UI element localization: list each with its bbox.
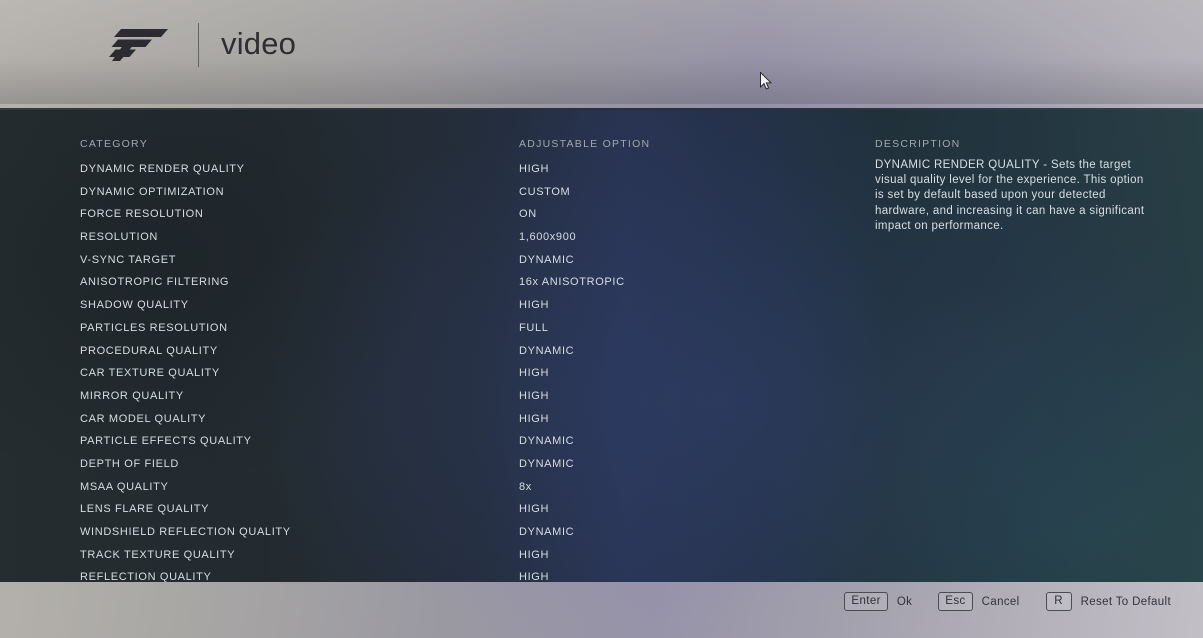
key-prompt[interactable]: Enter Ok (844, 592, 912, 611)
setting-category-label: CAR MODEL QUALITY (80, 412, 207, 425)
setting-category-label: FORCE RESOLUTION (80, 208, 204, 221)
setting-option-value[interactable]: DYNAMIC (519, 430, 574, 453)
column-header-category: CATEGORY (80, 138, 148, 150)
description-text: DYNAMIC RENDER QUALITY - Sets the target… (875, 159, 1145, 232)
setting-category-label: WINDSHIELD REFLECTION QUALITY (80, 526, 291, 538)
settings-row[interactable]: PARTICLE EFFECTS QUALITY DYNAMIC (0, 430, 1203, 453)
settings-row[interactable]: CAR TEXTURE QUALITY HIGH (0, 362, 1203, 385)
setting-category-label: ANISOTROPIC FILTERING (80, 276, 230, 289)
setting-category-label: REFLECTION QUALITY (80, 571, 212, 582)
column-header-description: DESCRIPTION (875, 138, 961, 150)
key-action-label: Ok (896, 595, 913, 608)
setting-option-value[interactable]: HIGH (519, 158, 549, 181)
settings-row[interactable]: ANISOTROPIC FILTERING 16x ANISOTROPIC (0, 271, 1203, 294)
settings-row[interactable]: V-SYNC TARGET DYNAMIC (0, 249, 1203, 272)
settings-row[interactable]: DEPTH OF FIELD DYNAMIC (0, 453, 1203, 476)
setting-category-label: SHADOW QUALITY (80, 299, 189, 312)
footer-bar: Enter Ok Esc Cancel R Reset To Default (0, 582, 1203, 638)
forza-video-settings-screen: video CATEGORY ADJUSTABLE OPTION DESCRIP… (0, 0, 1203, 638)
brand-divider (198, 23, 199, 67)
key-prompt-bar: Enter Ok Esc Cancel R Reset To Default (844, 592, 1171, 611)
setting-option-value[interactable]: HIGH (519, 362, 549, 385)
settings-row[interactable]: SHADOW QUALITY HIGH (0, 294, 1203, 317)
setting-option-value[interactable]: HIGH (519, 385, 549, 408)
settings-panel: CATEGORY ADJUSTABLE OPTION DESCRIPTION D… (0, 110, 1203, 582)
settings-row[interactable]: MIRROR QUALITY HIGH (0, 385, 1203, 408)
setting-option-value[interactable]: HIGH (519, 544, 549, 567)
setting-option-value[interactable]: HIGH (519, 498, 549, 521)
setting-option-value[interactable]: 8x (519, 476, 532, 499)
key-cap: R (1045, 592, 1072, 611)
description-panel: DYNAMIC RENDER QUALITY - Sets the target… (875, 158, 1151, 234)
setting-category-label: DEPTH OF FIELD (80, 457, 179, 470)
setting-option-value[interactable]: HIGH (519, 408, 549, 431)
setting-option-value[interactable]: DYNAMIC (519, 453, 574, 476)
setting-category-label: MIRROR QUALITY (80, 389, 184, 402)
setting-option-value[interactable]: DYNAMIC (519, 340, 574, 363)
setting-category-label: DYNAMIC OPTIMIZATION (80, 185, 225, 198)
forza-logo-icon (108, 26, 174, 64)
setting-category-label: PARTICLES RESOLUTION (80, 321, 228, 334)
setting-category-label: V-SYNC TARGET (80, 253, 177, 266)
setting-category-label: DYNAMIC RENDER QUALITY (80, 163, 245, 175)
settings-row[interactable]: CAR MODEL QUALITY HIGH (0, 408, 1203, 431)
settings-row[interactable]: WINDSHIELD REFLECTION QUALITY DYNAMIC (0, 521, 1203, 544)
setting-option-value[interactable]: HIGH (519, 566, 549, 582)
page-title: video (221, 25, 297, 61)
setting-category-label: LENS FLARE QUALITY (80, 503, 210, 516)
key-cap: Enter (844, 592, 888, 611)
setting-option-value[interactable]: FULL (519, 317, 549, 340)
setting-option-value[interactable]: CUSTOM (519, 181, 570, 204)
settings-row[interactable]: REFLECTION QUALITY HIGH (0, 566, 1203, 582)
setting-option-value[interactable]: HIGH (519, 294, 549, 317)
setting-category-label: RESOLUTION (80, 231, 159, 244)
key-prompt[interactable]: Esc Cancel (938, 592, 1019, 611)
key-cap: Esc (938, 592, 973, 611)
column-header-option: ADJUSTABLE OPTION (519, 138, 651, 150)
key-prompt[interactable]: R Reset To Default (1045, 592, 1171, 611)
setting-category-label: MSAA QUALITY (80, 480, 169, 493)
setting-category-label: PROCEDURAL QUALITY (80, 344, 218, 357)
settings-row[interactable]: TRACK TEXTURE QUALITY HIGH (0, 544, 1203, 567)
setting-option-value[interactable]: ON (519, 203, 537, 226)
key-action-label: Reset To Default (1080, 595, 1171, 608)
settings-row[interactable]: PARTICLES RESOLUTION FULL (0, 317, 1203, 340)
settings-row[interactable]: MSAA QUALITY 8x (0, 476, 1203, 499)
settings-row[interactable]: PROCEDURAL QUALITY DYNAMIC (0, 340, 1203, 363)
setting-category-label: TRACK TEXTURE QUALITY (80, 548, 236, 561)
settings-row[interactable]: LENS FLARE QUALITY HIGH (0, 498, 1203, 521)
setting-option-value[interactable]: DYNAMIC (519, 521, 574, 544)
brand: video (108, 22, 296, 68)
key-action-label: Cancel (981, 595, 1020, 608)
setting-option-value[interactable]: 1,600x900 (519, 226, 576, 249)
header-bar: video (0, 0, 1203, 108)
mouse-cursor (760, 71, 773, 91)
setting-category-label: CAR TEXTURE QUALITY (80, 367, 220, 380)
setting-option-value[interactable]: 16x ANISOTROPIC (519, 271, 625, 294)
setting-option-value[interactable]: DYNAMIC (519, 249, 574, 272)
setting-category-label: PARTICLE EFFECTS QUALITY (80, 435, 252, 448)
